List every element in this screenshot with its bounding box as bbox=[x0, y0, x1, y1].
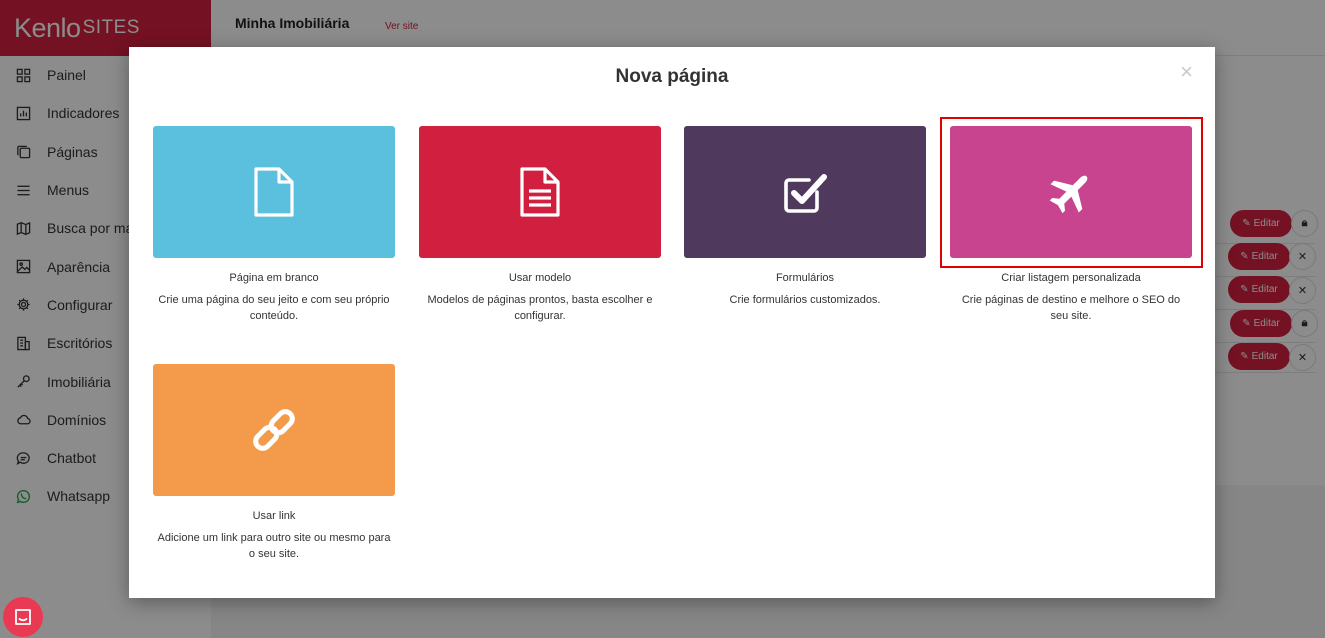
option-title: Criar listagem personalizada bbox=[1001, 272, 1141, 284]
option-description: Adicione um link para outro site ou mesm… bbox=[157, 532, 391, 560]
chat-launcher-button[interactable] bbox=[3, 597, 43, 637]
checkbox-icon bbox=[784, 174, 827, 213]
blank-page-icon bbox=[254, 167, 294, 217]
option-title: Usar link bbox=[252, 510, 296, 522]
option-description: Modelos de páginas prontos, basta escolh… bbox=[427, 294, 653, 322]
modal-title: Nova página bbox=[615, 66, 729, 87]
template-page-icon bbox=[520, 167, 560, 217]
option-forms[interactable]: Formulários Crie formulários customizado… bbox=[684, 126, 926, 308]
close-icon[interactable]: × bbox=[1180, 61, 1193, 83]
link-icon bbox=[253, 409, 295, 451]
chat-bubble-icon bbox=[15, 609, 31, 625]
option-tile[interactable] bbox=[153, 364, 395, 496]
option-tile[interactable] bbox=[419, 126, 661, 258]
option-tile[interactable] bbox=[153, 126, 395, 258]
option-link[interactable]: Usar link Adicione um link para outro si… bbox=[153, 364, 395, 562]
new-page-modal: Nova página × Página em branco Crie uma … bbox=[129, 47, 1215, 598]
option-blank-page[interactable]: Página em branco Crie uma página do seu … bbox=[153, 126, 395, 324]
option-description: Crie uma página do seu jeito e com seu p… bbox=[158, 294, 390, 322]
option-description: Crie páginas de destino e melhore o SEO … bbox=[961, 294, 1181, 322]
option-title: Página em branco bbox=[229, 272, 319, 284]
selection-highlight bbox=[940, 117, 1203, 268]
option-description: Crie formulários customizados. bbox=[729, 294, 881, 306]
option-title: Formulários bbox=[775, 272, 835, 284]
option-title: Usar modelo bbox=[508, 272, 572, 284]
option-tile[interactable] bbox=[684, 126, 926, 258]
option-template[interactable]: Usar modelo Modelos de páginas prontos, … bbox=[419, 126, 661, 324]
